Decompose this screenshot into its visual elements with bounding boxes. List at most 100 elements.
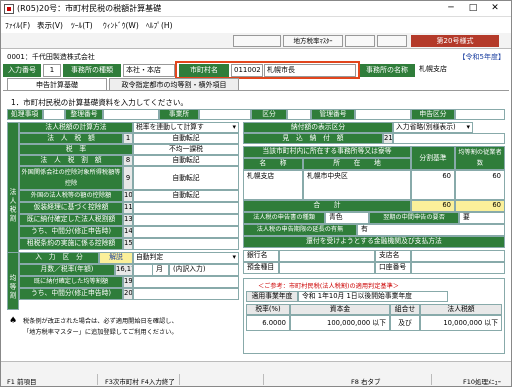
function-key-bar: F1 前項目 F3次市町村 F4入力終了 F8 右タブ F10処理ﾒﾆｭｰ [1,361,511,386]
office-row-address[interactable]: 札幌市中央区 [303,170,411,200]
office-row-name[interactable]: 札幌支店 [243,170,303,200]
close-button[interactable]: ✕ [485,2,505,15]
toolbar-button-blank-2[interactable] [345,35,375,47]
office-row-division[interactable]: 60 [411,170,455,200]
maximize-button[interactable]: □ [463,2,483,15]
f4-end-input[interactable]: F4入力終了 [141,376,175,386]
office-code-input[interactable] [199,109,251,120]
instruction-text: 1．市町村民税の計算基礎資料を入力してください。 [11,98,188,107]
category-input[interactable] [287,109,311,120]
payment-display-select[interactable]: 入力省略(別様表示) [393,122,473,133]
explanation-button[interactable]: 解説 [99,252,133,264]
ref-number-input[interactable] [103,109,159,120]
account-number-input[interactable] [411,262,505,274]
ref-combination-value: 及び [390,315,420,331]
bank-name-input[interactable] [279,250,375,262]
next-interim-label: 翌期の中間申告の要否 [369,212,459,224]
menu-help[interactable]: ﾍﾙﾌﾟ(H) [146,20,173,31]
line-no-15: 15 [123,238,133,250]
total-division: 60 [411,200,455,212]
ref-col-capital: 資本金 [290,304,390,315]
toolbar-button-blank-3[interactable] [377,35,407,47]
foreign-tax-deduction-value: 自動転記 [133,190,239,202]
menu-window[interactable]: ｳｨﾝﾄﾞｳ(W) [103,20,139,31]
ref-number-label: 整理番号 [65,109,103,120]
next-interim-value[interactable]: 要 [459,212,505,224]
processing-label: 処理事項 [7,109,43,120]
apply-period-value: 令和 1年10月 1日以後開始事業年度 [298,291,448,302]
office-table-col-address: 所 在 地 [303,158,411,170]
line-no-20: 20 [123,288,133,300]
treaty-deduction-input[interactable] [133,238,239,250]
expected-payment-label: 見 込 納 付 額 [243,133,383,144]
fake-accounting-deduction-label: 仮装経理に基づく控除額 [19,202,123,214]
ref-col-tax: 法人税額 [420,304,502,315]
line-no-9: 9 [123,166,133,190]
line-no-21: 21 [383,133,393,144]
warning-icon: ♠ [9,316,18,326]
f8-right-tab[interactable]: F8 右タブ [351,376,380,386]
app-window: (R05)20号：市町村民税の税額計算基礎 ─ □ ✕ ﾌｧｲﾙ(F) 表示(V… [0,0,512,387]
office-type-label: 事務所の種類 [63,64,121,77]
tax-rate-value: 不均一課税 [133,144,239,155]
reference-box: ＜ご参考：市町村民税(法人税割)の適用判定基準＞ 適用事業年度 令和 1年10月… [243,278,505,354]
interim-portion-input[interactable] [133,226,239,238]
f10-process-menu[interactable]: F10処理ﾒﾆｭｰ [463,376,501,386]
total-employees: 60 [455,200,505,212]
toolbar-button-blank-1[interactable] [233,35,281,47]
months-rate-label: 月数／税率(年額) [19,264,115,276]
extension-label: 法人税の申告期限の延長の有無 [243,224,357,236]
menu-tools[interactable]: ﾂｰﾙ(T) [71,20,93,31]
menu-view[interactable]: 表示(V) [37,20,63,31]
line-no-1: 1 [123,133,133,144]
line-no-11: 11 [123,202,133,214]
f3-next-city[interactable]: F3次市町村 [105,376,139,386]
payment-display-label: 納付額の表示区分 [243,122,393,133]
city-highlight-box [175,61,360,79]
months-input[interactable] [133,264,153,276]
line-no-19: 19 [123,276,133,288]
refund-bank-header: 還付を受けようとする金融機関及び支払方法 [243,236,505,248]
foreign-tax-deduction-label: 外国の法人税等の額の控除額 [19,190,123,202]
office-row-employees[interactable]: 60 [455,170,505,200]
office-name-value: 札幌支店 [419,65,447,73]
minimize-button[interactable]: ─ [441,2,461,15]
ref-col-combination: 組合せ [390,304,420,315]
line-no-16-17: 16,17 [115,264,133,276]
tab-strip: 申告計算基礎 政令指定都市の均等割・横外項目 [3,78,509,91]
f1-prev-item[interactable]: F1 前項目 [7,376,36,386]
menu-file[interactable]: ﾌｧｲﾙ(F) [5,20,30,31]
office-table-col-name: 名 称 [243,158,303,170]
ref-col-rate: 税率(%) [246,304,290,315]
corporate-tax-levy-value: 自動転記 [133,155,239,166]
entry-type-select[interactable]: 自動判定 [133,252,239,264]
return-type-label: 法人税の申告書の種類 [243,212,325,224]
branch-name-label: 支店名 [375,250,411,262]
extension-value[interactable]: 有 [357,224,505,236]
corporate-tax-amount-value: 自動転記 [133,133,239,144]
filing-type-input[interactable] [455,109,505,120]
confirmed-tax-input[interactable] [133,214,239,226]
account-type-input[interactable] [279,262,375,274]
office-code-label: 事業所 [159,109,199,120]
warning-line-1: 税条例が改正された場合は、必ず適用開始日を確認し、 [23,318,178,325]
warning-line-2: 「地方税率マスター」に追加登録してご利用ください。 [23,329,178,336]
calc-method-select[interactable]: 税率を連動して計算す [133,122,239,133]
control-number-input[interactable] [355,109,411,120]
input-no-value[interactable]: 1 [43,64,61,77]
return-type-value[interactable]: 青色 [325,212,369,224]
interim-per-capita-input[interactable] [133,288,239,300]
bank-name-label: 銀行名 [243,250,279,262]
processing-input[interactable] [43,109,65,120]
confirmed-per-capita-input[interactable] [133,276,239,288]
office-type-value[interactable]: 本社・本店 [123,64,175,77]
breakdown-entry-link[interactable]: (内訳入力) [169,264,239,276]
tax-rate-master-button[interactable]: 地方税率ﾏｽﾀｰ [283,35,343,47]
branch-name-input[interactable] [411,250,505,262]
office-table-header: 当該市町村内に所在する事務所等又は寮等 [243,146,411,158]
interim-portion-label: うち、中間分(修正申告時) [19,226,123,238]
control-number-label: 管理番号 [311,109,355,120]
line-no-8: 8 [123,155,133,166]
line-no-13: 13 [123,214,133,226]
fake-accounting-deduction-input[interactable] [133,202,239,214]
